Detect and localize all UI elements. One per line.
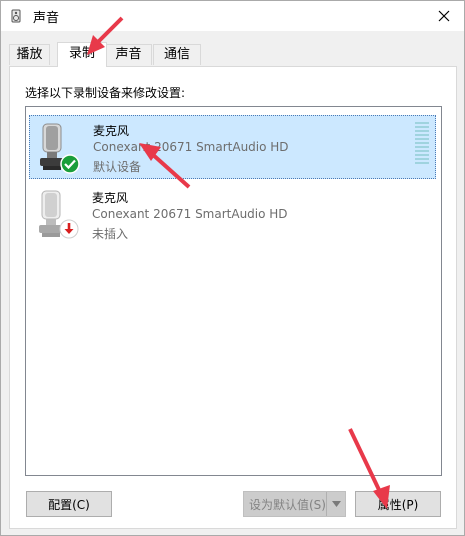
close-button[interactable] (424, 1, 464, 31)
set-default-label: 设为默认值(S) (249, 497, 326, 512)
level-meter (415, 122, 429, 164)
device-name: 麦克风 (93, 124, 130, 138)
title-bar: 声音 (1, 1, 464, 31)
set-default-button[interactable]: 设为默认值(S) (243, 491, 346, 517)
device-item-microphone-unplugged[interactable]: 麦克风 Conexant 20671 SmartAudio HD 未插入 (29, 183, 436, 247)
chevron-down-icon (331, 501, 341, 507)
configure-button[interactable]: 配置(C) (26, 491, 112, 517)
device-name: 麦克风 (92, 191, 129, 205)
window-title: 声音 (33, 11, 60, 26)
sound-dialog: 声音 播放 录制 声音 通信 选择以下录制设备来修改设置: 麦克风 Conexa… (0, 0, 465, 536)
set-default-dropdown[interactable] (326, 492, 345, 516)
tab-communications[interactable]: 通信 (153, 44, 201, 65)
check-badge-icon (60, 154, 80, 174)
tab-playback[interactable]: 播放 (9, 44, 50, 65)
instruction-text: 选择以下录制设备来修改设置: (25, 86, 186, 100)
unplugged-badge-icon (59, 219, 79, 239)
device-status: 默认设备 (93, 160, 142, 174)
tab-recording[interactable]: 录制 (57, 42, 107, 67)
recording-panel: 选择以下录制设备来修改设置: 麦克风 Conexant 20671 SmartA… (9, 66, 457, 529)
properties-button[interactable]: 属性(P) (355, 491, 441, 517)
device-driver: Conexant 20671 SmartAudio HD (92, 207, 288, 221)
speaker-icon (11, 9, 21, 23)
device-list[interactable]: 麦克风 Conexant 20671 SmartAudio HD 默认设备 麦克… (25, 106, 442, 476)
device-item-microphone-default[interactable]: 麦克风 Conexant 20671 SmartAudio HD 默认设备 (29, 115, 436, 179)
device-status: 未插入 (92, 227, 129, 241)
close-icon (438, 10, 450, 22)
tab-sounds[interactable]: 声音 (105, 44, 152, 65)
device-driver: Conexant 20671 SmartAudio HD (93, 140, 289, 154)
